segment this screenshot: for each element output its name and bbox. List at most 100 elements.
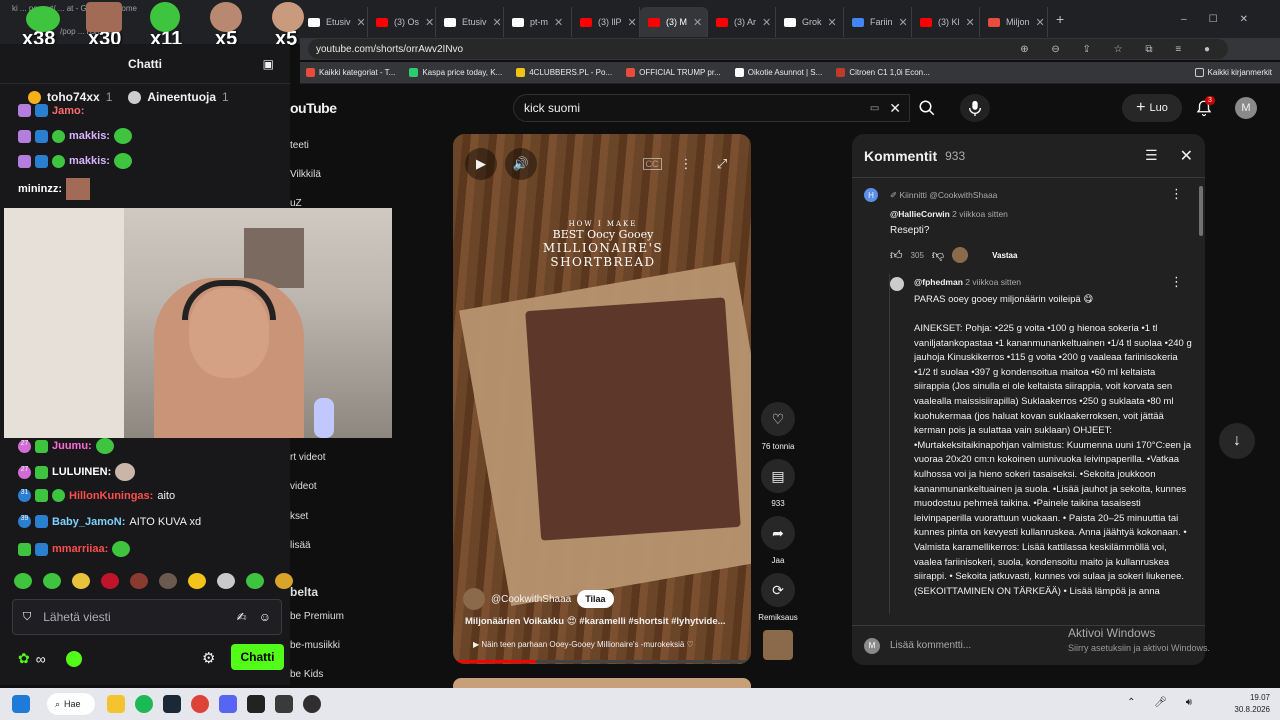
scroll-down-button[interactable]: ↓ (1219, 423, 1255, 459)
terminal-icon[interactable] (247, 695, 265, 713)
app-icon[interactable] (275, 695, 293, 713)
chat-username[interactable]: HillonKuningas: (69, 490, 153, 502)
volume-button[interactable]: 🔊 (505, 148, 537, 180)
emote-button[interactable] (43, 573, 61, 589)
settings-gear-icon[interactable]: ⚙ (202, 649, 215, 667)
comment-author[interactable]: @fphedman (914, 277, 963, 287)
taskbar-search[interactable]: ⌕ Hae (47, 693, 95, 715)
search-button[interactable] (907, 94, 947, 122)
chat-username[interactable]: makkis: (69, 130, 110, 142)
chat-username[interactable]: Jamo: (52, 105, 84, 117)
shorts-video-player[interactable]: HOW I MAKE BEST Oocy Gooey MILLIONAIRE'S… (453, 134, 751, 664)
steam-icon[interactable] (163, 695, 181, 713)
url-text[interactable]: youtube.com/shorts/orrAwv2INvo (316, 44, 463, 55)
shield-icon[interactable]: ⛉ (23, 611, 31, 624)
close-tab-icon[interactable]: ✕ (966, 16, 975, 29)
top-gifter-name[interactable]: Aineentuoja (147, 90, 216, 104)
users-icon[interactable]: ▣ (263, 57, 274, 71)
bookmark-item[interactable]: Kaikki kategoriat - T... (306, 68, 395, 77)
system-tray-icons[interactable]: ⌃ 🎤︎ 🔊︎ (1127, 697, 1200, 708)
comment-avatar[interactable]: H (864, 188, 878, 202)
channel-avatar[interactable] (463, 588, 485, 610)
close-tab-icon[interactable]: ✕ (493, 16, 502, 29)
close-tab-icon[interactable]: ✕ (762, 16, 771, 29)
sidebar-item[interactable]: be Premium (290, 611, 344, 622)
close-tab-icon[interactable]: ✕ (425, 16, 434, 29)
sidebar-item[interactable]: be-musiikki (290, 640, 340, 651)
browser-tab[interactable]: (3) Os ✕ (368, 7, 436, 37)
bookmark-item[interactable]: 4CLUBBERS.PL - Po... (516, 68, 612, 77)
comment-author[interactable]: @HallieCorwin (890, 209, 950, 219)
emote-button[interactable] (159, 573, 177, 589)
comment-menu-icon[interactable]: ⋮ (1170, 186, 1183, 202)
video-progress-bar[interactable] (453, 660, 751, 663)
browser-tab[interactable]: (3) Kl ✕ (912, 7, 980, 37)
fullscreen-button[interactable]: ⤢ (706, 148, 738, 180)
reply-button[interactable]: Vastaa (992, 251, 1017, 260)
thumbs-up-icon[interactable]: 👍︎ (890, 248, 903, 263)
discord-icon[interactable] (219, 695, 237, 713)
chat-username[interactable]: LULUINEN: (52, 466, 111, 478)
emoji-icon[interactable]: ☺ (259, 610, 271, 624)
chat-username[interactable]: mininzz: (18, 183, 62, 195)
bookmark-item[interactable]: Kaspa price today, K... (409, 68, 502, 77)
close-tab-icon[interactable]: ✕ (357, 16, 366, 29)
browser-tab[interactable]: (3) Ar ✕ (708, 7, 776, 37)
like-button[interactable]: ♡ 76 tonnia (760, 402, 796, 451)
bookmark-item[interactable]: OFFICIAL TRUMP pr... (626, 68, 721, 77)
send-chat-button[interactable]: Chatti (231, 644, 284, 670)
comments-button[interactable]: ▤ 933 (760, 459, 796, 508)
spotify-icon[interactable] (135, 695, 153, 713)
emote-button[interactable] (217, 573, 235, 589)
top-gifter-name[interactable]: toho74xx (47, 90, 100, 104)
url-field[interactable]: youtube.com/shorts/orrAwv2INvo ⊕ ⊖ ⇪ ☆ ⧉… (308, 39, 1228, 59)
close-tab-icon[interactable]: ✕ (554, 16, 563, 29)
chat-username[interactable]: makkis: (69, 155, 110, 167)
sidebar-item[interactable]: rt videot (290, 452, 326, 463)
audio-thumbnail[interactable] (763, 630, 793, 660)
comments-scrollbar[interactable] (1199, 186, 1203, 236)
comment-menu-icon[interactable]: ⋮ (1170, 274, 1183, 290)
chat-username[interactable]: mmarriiaa: (52, 543, 108, 555)
browser-tab[interactable]: (3) M ✕ (640, 7, 708, 37)
close-tab-icon[interactable]: ✕ (899, 16, 908, 29)
sort-icon[interactable]: ☰ (1145, 147, 1158, 164)
browser-tab[interactable]: Fariin ✕ (844, 7, 912, 37)
obs-icon[interactable] (303, 695, 321, 713)
remix-button[interactable]: ⟳ Remiksaus (755, 573, 801, 622)
all-bookmarks[interactable]: Kaikki kirjanmerkit (1194, 68, 1280, 77)
window-controls[interactable]: –☐✕ (1181, 14, 1280, 25)
browser-tab[interactable]: Grok ✕ (776, 7, 844, 37)
close-tab-icon[interactable]: ✕ (693, 16, 702, 29)
sidebar-item[interactable]: videot (290, 481, 317, 492)
chrome-icon[interactable] (191, 695, 209, 713)
sidebar-item[interactable]: be Kids (290, 669, 323, 680)
account-avatar[interactable]: M (1235, 97, 1257, 119)
emote-button[interactable] (72, 573, 90, 589)
sidebar-item[interactable]: Vilkkilä (290, 169, 321, 180)
more-options-button[interactable]: ⋮ (670, 148, 702, 180)
browser-tab[interactable]: Etusiv ✕ (300, 7, 368, 37)
play-button[interactable]: ▶ (465, 148, 497, 180)
sidebar-item[interactable]: teeti (290, 140, 309, 151)
video-description[interactable]: Miljonäärien Voikakku 😍 #karamelli #shor… (465, 616, 726, 627)
subscribe-button[interactable]: Tilaa (577, 590, 614, 608)
translate-icon[interactable]: ✍ (237, 610, 247, 624)
chat-input[interactable]: ⛉ Lähetä viesti ✍ ☺ (12, 599, 282, 635)
voice-search-button[interactable] (960, 94, 990, 122)
next-short-preview[interactable] (453, 678, 751, 688)
keyboard-icon[interactable]: ▭ (870, 103, 879, 114)
sidebar-item[interactable]: lisää (290, 540, 311, 551)
points-icon[interactable]: ✿ (18, 650, 30, 667)
emote-button[interactable] (14, 573, 32, 589)
add-comment-input[interactable]: Lisää kommentti... (890, 640, 971, 651)
channel-name[interactable]: @CookwithShaaa (491, 594, 571, 605)
browser-tab[interactable]: Etusiv ✕ (436, 7, 504, 37)
close-icon[interactable]: ✕ (1180, 146, 1193, 166)
notifications-button[interactable]: 3 (1195, 96, 1217, 118)
create-button[interactable]: + Luo (1122, 94, 1182, 122)
video-subline[interactable]: ▶ Näin teen parhaan Ooey-Gooey Millionai… (473, 640, 694, 649)
browser-tab[interactable]: (3) llP ✕ (572, 7, 640, 37)
thumbs-down-icon[interactable]: 👎︎ (932, 248, 944, 263)
file-explorer-icon[interactable] (107, 695, 125, 713)
